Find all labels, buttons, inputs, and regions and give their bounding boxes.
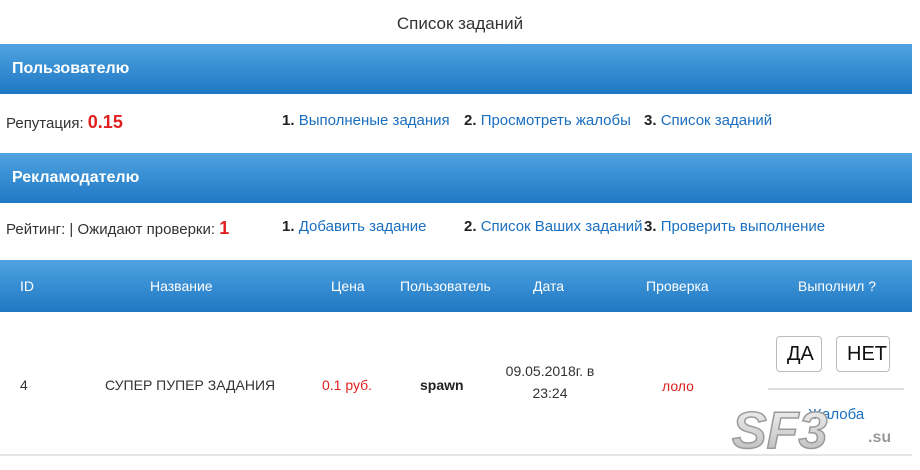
column-header-user: Пользователь [400, 278, 491, 294]
link-add-task[interactable]: 1. Добавить задание [282, 218, 426, 235]
link-label: Список Ваших заданий [480, 218, 643, 235]
link-number: 1. [282, 112, 295, 129]
column-header-done: Выполнил ? [798, 278, 877, 294]
link-number: 1. [282, 218, 295, 235]
column-header-check: Проверка [646, 278, 709, 294]
link-number: 2. [464, 112, 477, 129]
no-button[interactable]: НЕТ [836, 336, 890, 372]
link-task-list[interactable]: 3. Список заданий [644, 112, 772, 129]
task-price: 0.1 руб. [322, 377, 373, 393]
rating: Рейтинг: | Ожидают проверки: 1 [6, 218, 229, 239]
reputation-value: 0.15 [87, 112, 123, 132]
table-header: ID Название Цена Пользователь Дата Прове… [0, 260, 912, 312]
watermark-logo: SF3 .su [731, 401, 891, 460]
task-id: 4 [20, 377, 28, 393]
user-section-row: Репутация: 0.15 1. Выполненые задания 2.… [0, 106, 912, 146]
column-header-price: Цена [331, 278, 365, 294]
column-header-id: ID [20, 278, 34, 294]
button-divider [768, 388, 904, 390]
link-check-completion[interactable]: 3. Проверить выполнение [644, 218, 825, 235]
yes-button[interactable]: ДА [776, 336, 822, 372]
link-label: Выполненые задания [298, 112, 450, 129]
rating-label: Рейтинг: [6, 221, 66, 238]
reputation-label: Репутация: [6, 115, 84, 132]
column-header-date: Дата [533, 278, 565, 294]
task-date-line2: 23:24 [532, 385, 568, 401]
link-label: Добавить задание [298, 218, 427, 235]
task-user: spawn [420, 377, 464, 393]
link-view-complaints[interactable]: 2. Просмотреть жалобы [464, 112, 631, 129]
pending-label: | Ожидают проверки: [69, 221, 216, 238]
link-number: 3. [644, 218, 657, 235]
task-check: лоло [662, 378, 694, 394]
column-header-name: Название [150, 278, 213, 294]
task-name: СУПЕР ПУПЕР ЗАДАНИЯ [105, 377, 276, 393]
link-number: 2. [464, 218, 477, 235]
link-label: Просмотреть жалобы [480, 112, 631, 129]
advertiser-section-header: Рекламодателю [0, 153, 912, 203]
link-completed-tasks[interactable]: 1. Выполненые задания [282, 112, 450, 129]
pending-value: 1 [219, 218, 230, 238]
advertiser-section-row: Рейтинг: | Ожидают проверки: 1 1. Добави… [0, 212, 912, 252]
page-title: Список заданий [396, 14, 524, 33]
user-section-header: Пользователю [0, 44, 912, 94]
task-date-line1: 09.05.2018г. в [505, 363, 595, 379]
link-label: Список заданий [660, 112, 773, 129]
watermark-logo-text: SF3 [732, 402, 827, 460]
task-date: 09.05.2018г. в 23:24 [500, 360, 600, 404]
reputation: Репутация: 0.15 [6, 112, 123, 133]
link-your-tasks[interactable]: 2. Список Ваших заданий [464, 218, 643, 235]
link-number: 3. [644, 112, 657, 129]
watermark-logo-suffix: .su [868, 429, 891, 446]
link-label: Проверить выполнение [660, 218, 826, 235]
